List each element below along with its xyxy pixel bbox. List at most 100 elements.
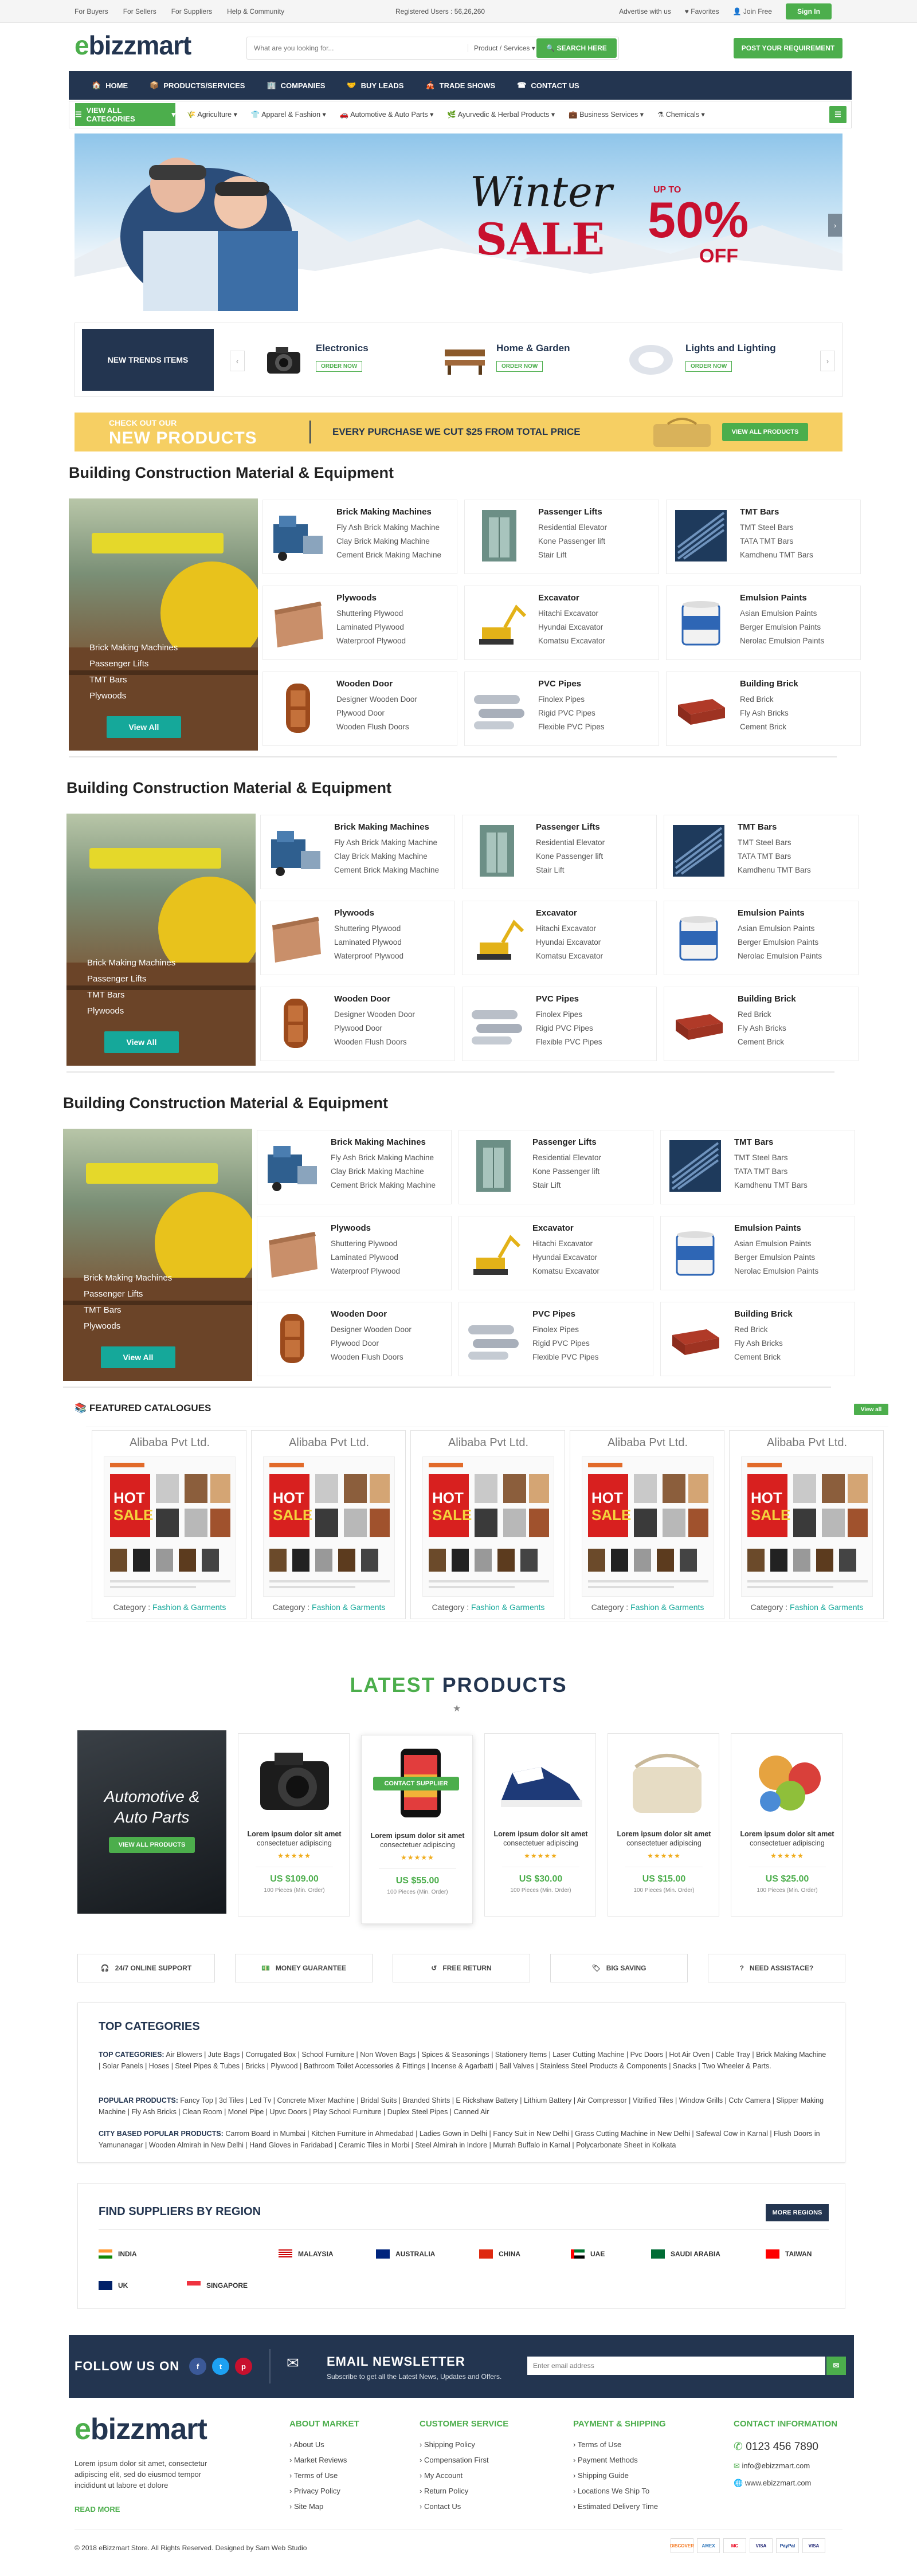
category-card[interactable]: Building Brick Red Brick Fly Ash Bricks Cem…: [660, 1302, 855, 1376]
promo-strip[interactable]: CHECK OUT OUR NEW PRODUCTS EVERY PURCHAS…: [75, 413, 842, 451]
card-subitem[interactable]: Nerolac Emulsion Paints: [740, 637, 824, 645]
for-buyers-link[interactable]: For Buyers: [75, 7, 108, 15]
card-title[interactable]: Excavator: [538, 593, 579, 603]
region-item[interactable]: AUSTRALIA: [376, 2249, 435, 2259]
card-subitem[interactable]: Designer Wooden Door: [331, 1325, 412, 1334]
card-subitem[interactable]: Clay Brick Making Machine: [336, 537, 430, 545]
banner-item[interactable]: Plywoods: [84, 1321, 120, 1331]
category-card[interactable]: Excavator Hitachi Excavator Hyundai Excava…: [462, 901, 657, 975]
advertise-link[interactable]: Advertise with us: [619, 7, 671, 15]
banner-item[interactable]: TMT Bars: [87, 990, 125, 1000]
trends-prev-arrow[interactable]: ‹: [230, 351, 245, 371]
product-card[interactable]: Lorem ipsum dolor sit amet consectetuer a…: [484, 1733, 596, 1917]
category-card[interactable]: Passenger Lifts Residential Elevator Kone …: [458, 1130, 653, 1204]
catalogue-card[interactable]: Alibaba Pvt Ltd. HOT SALE Category : Fashio…: [410, 1430, 565, 1619]
card-subitem[interactable]: Flexible PVC Pipes: [536, 1038, 602, 1046]
card-subitem[interactable]: Cement Brick Making Machine: [334, 866, 439, 874]
order-now-button[interactable]: ORDER NOW: [685, 361, 732, 372]
product-card[interactable]: CONTACT SUPPLIER Lorem ipsum dolor sit am…: [361, 1735, 473, 1924]
category-card[interactable]: Plywoods Shuttering Plywood Laminated Plyw…: [260, 901, 455, 975]
footer-phone[interactable]: ✆ 0123 456 7890: [734, 2440, 848, 2453]
card-subitem[interactable]: Komatsu Excavator: [538, 637, 605, 645]
category-card[interactable]: PVC Pipes Finolex Pipes Rigid PVC Pipes Fle…: [462, 987, 657, 1061]
card-subitem[interactable]: Hitachi Excavator: [536, 924, 596, 933]
card-title[interactable]: Passenger Lifts: [532, 1137, 597, 1147]
card-subitem[interactable]: Cement Brick: [734, 1353, 781, 1361]
region-item[interactable]: SINGAPORE: [187, 2281, 248, 2290]
card-title[interactable]: Plywoods: [331, 1223, 371, 1233]
view-all-button[interactable]: View All: [101, 1346, 175, 1368]
banner-item[interactable]: TMT Bars: [89, 675, 127, 685]
row-text[interactable]: Fancy Top | 3d Tiles | Led Tv | Concrete…: [99, 2096, 824, 2116]
post-requirement-button[interactable]: POST YOUR REQUIREMENT: [734, 38, 842, 58]
card-subitem[interactable]: Wooden Flush Doors: [331, 1353, 403, 1361]
footer-link[interactable]: › Estimated Delivery Time: [573, 2502, 705, 2511]
section-banner[interactable]: Brick Making Machines Passenger Lifts TMT …: [63, 1129, 252, 1381]
card-subitem[interactable]: Stair Lift: [538, 551, 567, 559]
footer-web[interactable]: 🌐 www.ebizzmart.com: [734, 2479, 848, 2488]
card-subitem[interactable]: Hitachi Excavator: [538, 609, 598, 618]
footer-link[interactable]: › Return Policy: [420, 2487, 546, 2495]
card-subitem[interactable]: Residential Elevator: [532, 1153, 601, 1162]
trends-next-arrow[interactable]: ›: [820, 351, 835, 371]
product-card[interactable]: Lorem ipsum dolor sit amet consectetuer a…: [731, 1733, 842, 1917]
card-subitem[interactable]: Waterproof Plywood: [331, 1267, 400, 1275]
footer-email[interactable]: ✉ info@ebizzmart.com: [734, 2461, 848, 2471]
category-card[interactable]: Building Brick Red Brick Fly Ash Bricks Cem…: [664, 987, 859, 1061]
category-card[interactable]: Brick Making Machines Fly Ash Brick Makin…: [260, 815, 455, 889]
banner-item[interactable]: Brick Making Machines: [87, 958, 175, 968]
card-subitem[interactable]: Fly Ash Brick Making Machine: [331, 1153, 434, 1162]
footer-link[interactable]: › Site Map: [289, 2502, 404, 2511]
card-subitem[interactable]: Rigid PVC Pipes: [538, 709, 595, 717]
card-title[interactable]: Brick Making Machines: [331, 1137, 426, 1147]
card-subitem[interactable]: TMT Steel Bars: [740, 523, 794, 532]
more-regions-button[interactable]: MORE REGIONS: [766, 2204, 829, 2221]
nav-buy-leads[interactable]: 🤝 BUY LEADS: [347, 81, 403, 90]
card-subitem[interactable]: Cement Brick Making Machine: [331, 1181, 436, 1189]
card-subitem[interactable]: Designer Wooden Door: [334, 1010, 415, 1019]
order-now-button[interactable]: ORDER NOW: [496, 361, 543, 372]
search-category-select[interactable]: Product / Services ▾: [468, 44, 536, 52]
category-card[interactable]: Excavator Hitachi Excavator Hyundai Excava…: [458, 1216, 653, 1290]
card-subitem[interactable]: TATA TMT Bars: [738, 852, 791, 861]
card-title[interactable]: PVC Pipes: [538, 679, 581, 689]
category-card[interactable]: TMT Bars TMT Steel Bars TATA TMT Bars Kamdh…: [666, 500, 861, 574]
banner-item[interactable]: Passenger Lifts: [87, 974, 146, 984]
category-card[interactable]: Excavator Hitachi Excavator Hyundai Excava…: [464, 586, 659, 660]
card-subitem[interactable]: Plywood Door: [334, 1024, 382, 1032]
view-all-products-button[interactable]: VIEW ALL PRODUCTS: [722, 423, 808, 441]
category-card[interactable]: Emulsion Paints Asian Emulsion Paints Berg…: [666, 586, 861, 660]
card-subitem[interactable]: Berger Emulsion Paints: [738, 938, 818, 947]
trend-item-lighting[interactable]: Lights and Lighting ORDER NOW: [625, 336, 814, 387]
card-subitem[interactable]: Shuttering Plywood: [334, 924, 401, 933]
footer-link[interactable]: › Terms of Use: [289, 2471, 404, 2480]
card-subitem[interactable]: Asian Emulsion Paints: [734, 1239, 811, 1248]
card-title[interactable]: Wooden Door: [334, 994, 390, 1004]
card-subitem[interactable]: Rigid PVC Pipes: [532, 1339, 590, 1348]
favorites-link[interactable]: ♥ Favorites: [685, 7, 719, 15]
card-subitem[interactable]: Berger Emulsion Paints: [740, 623, 821, 631]
cat-agriculture[interactable]: 🌾 Agriculture ▾: [187, 110, 237, 119]
footer-link[interactable]: › Contact Us: [420, 2502, 546, 2511]
category-card[interactable]: Brick Making Machines Fly Ash Brick Makin…: [257, 1130, 452, 1204]
card-subitem[interactable]: Laminated Plywood: [334, 938, 402, 947]
card-title[interactable]: Wooden Door: [336, 679, 393, 689]
card-subitem[interactable]: Hyundai Excavator: [532, 1253, 597, 1262]
card-subitem[interactable]: Hyundai Excavator: [538, 623, 603, 631]
twitter-icon[interactable]: t: [212, 2358, 229, 2375]
catalogue-card[interactable]: Alibaba Pvt Ltd. HOT SALE Category : Fashio…: [729, 1430, 884, 1619]
product-card[interactable]: Lorem ipsum dolor sit amet consectetuer a…: [608, 1733, 719, 1917]
facebook-icon[interactable]: f: [189, 2358, 206, 2375]
category-card[interactable]: TMT Bars TMT Steel Bars TATA TMT Bars Kamdh…: [664, 815, 859, 889]
view-all-button[interactable]: View All: [107, 716, 181, 738]
card-subitem[interactable]: Cement Brick Making Machine: [336, 551, 441, 559]
region-item[interactable]: UAE: [571, 2249, 605, 2259]
card-subitem[interactable]: Fly Ash Bricks: [740, 709, 789, 717]
card-subitem[interactable]: Komatsu Excavator: [532, 1267, 599, 1275]
logo[interactable]: ebizzmart: [75, 30, 191, 61]
hero-next-arrow[interactable]: ›: [828, 214, 842, 237]
view-all-button[interactable]: View All: [104, 1031, 179, 1053]
card-title[interactable]: Building Brick: [738, 994, 796, 1004]
footer-link[interactable]: › Terms of Use: [573, 2440, 705, 2449]
trend-item-home-garden[interactable]: Home & Garden ORDER NOW: [442, 336, 614, 387]
